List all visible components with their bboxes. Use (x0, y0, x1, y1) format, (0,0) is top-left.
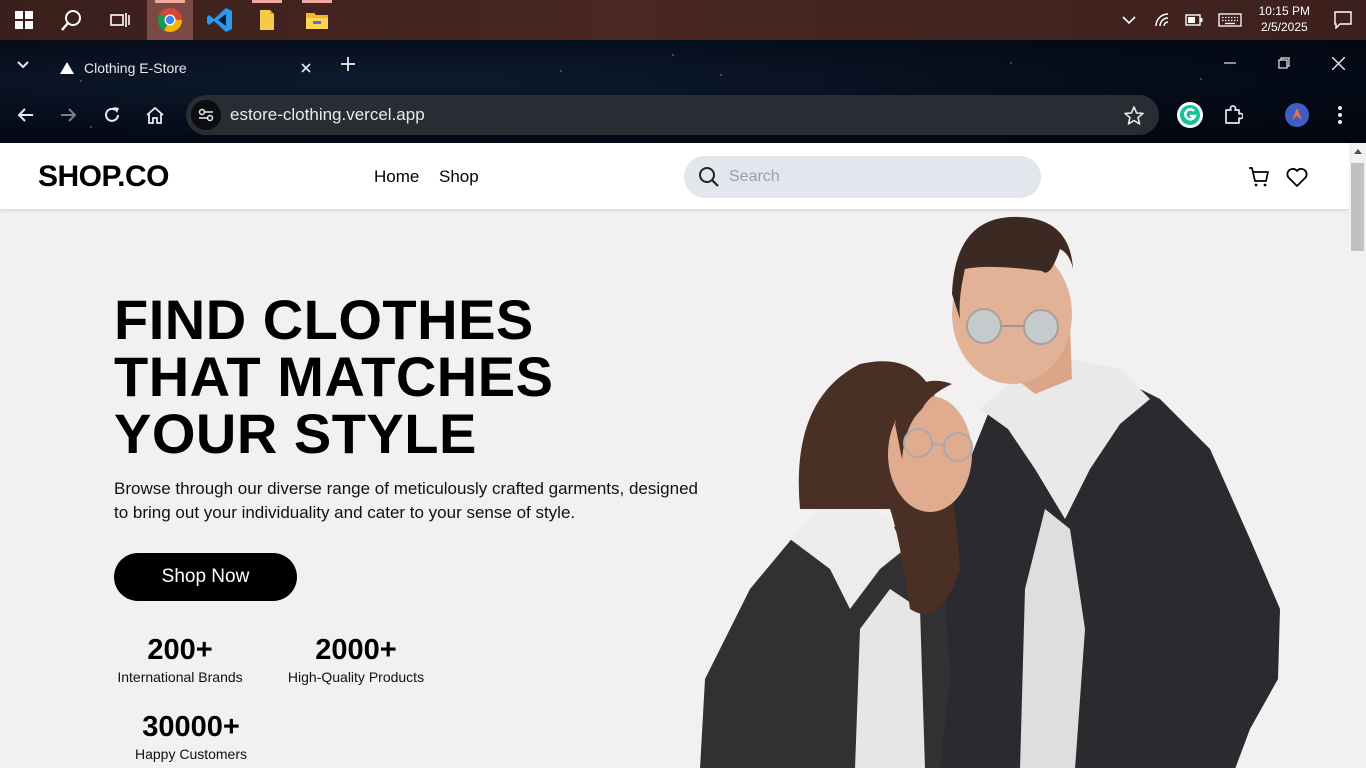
extensions-button[interactable] (1218, 100, 1248, 130)
tune-icon (198, 108, 214, 122)
wifi-icon (1155, 13, 1169, 27)
vscode-icon (207, 8, 232, 32)
stat-label: International Brands (117, 669, 243, 685)
keyboard-icon (1218, 13, 1242, 27)
search-icon (699, 167, 719, 187)
cart-icon (1249, 167, 1269, 187)
notification-icon (1334, 11, 1352, 29)
clock-date: 2/5/2025 (1260, 20, 1308, 34)
windows-taskbar: 10:15 PM 2/5/2025 (0, 0, 1366, 40)
taskbar-app-file-explorer[interactable] (294, 0, 340, 40)
windows-icon (15, 11, 33, 29)
close-icon (1331, 56, 1345, 70)
site-header: SHOP.CO Home Shop (0, 143, 1349, 209)
hero-image (700, 216, 1280, 768)
home-button[interactable] (140, 100, 170, 130)
chevron-up-icon (1122, 16, 1136, 25)
folder-icon (306, 13, 328, 29)
search-box[interactable] (684, 156, 1041, 198)
more-vertical-icon (1338, 106, 1342, 124)
search-taskbar-button[interactable] (48, 0, 96, 40)
arrow-left-icon (18, 108, 33, 122)
plus-icon (341, 57, 355, 71)
battery-tray-button[interactable] (1181, 0, 1207, 40)
chrome-icon (157, 8, 182, 33)
address-bar[interactable]: estore-clothing.vercel.app (186, 95, 1159, 135)
hero-description: Browse through our diverse range of meti… (114, 479, 698, 522)
stat-brands: 200+ International Brands (114, 633, 246, 685)
page-scrollbar[interactable] (1349, 143, 1366, 768)
back-button[interactable] (11, 100, 41, 130)
wifi-tray-button[interactable] (1150, 0, 1176, 40)
touch-keyboard-button[interactable] (1214, 0, 1246, 40)
site-logo[interactable]: SHOP.CO (38, 160, 170, 194)
arrow-right-icon (61, 108, 76, 122)
heart-icon (1286, 168, 1308, 187)
tab-title: Clothing E-Store (84, 60, 187, 76)
grammarly-icon (1177, 102, 1203, 128)
stat-value: 2000+ (315, 634, 397, 666)
task-view-icon (110, 13, 130, 27)
minimize-icon (1224, 62, 1236, 64)
taskbar-app-vscode[interactable] (197, 0, 243, 40)
reload-button[interactable] (97, 100, 127, 130)
stat-value: 30000+ (142, 711, 240, 743)
taskbar-app-file[interactable] (244, 0, 290, 40)
star-icon (1124, 105, 1144, 125)
restore-icon (1278, 57, 1290, 69)
minimize-button[interactable] (1207, 48, 1253, 78)
nav-link-shop[interactable]: Shop (439, 167, 479, 187)
restore-button[interactable] (1261, 48, 1307, 78)
task-view-button[interactable] (96, 0, 144, 40)
battery-icon (1185, 14, 1203, 26)
stat-products: 2000+ High-Quality Products (282, 633, 430, 685)
start-button[interactable] (0, 0, 48, 40)
stat-customers: 30000+ Happy Customers (128, 710, 254, 762)
puzzle-icon (1225, 105, 1243, 124)
wishlist-button[interactable] (1285, 165, 1309, 189)
stat-value: 200+ (147, 634, 213, 666)
stat-label: High-Quality Products (287, 669, 425, 685)
close-icon (301, 63, 311, 73)
home-icon (146, 106, 164, 124)
scrollbar-thumb[interactable] (1351, 163, 1364, 251)
notifications-button[interactable] (1320, 0, 1366, 40)
cart-button[interactable] (1247, 165, 1271, 189)
search-icon (61, 10, 81, 31)
web-page: SHOP.CO Home Shop FIND CLOTHES THAT MATC… (0, 143, 1349, 768)
search-input[interactable] (729, 162, 1029, 192)
clock-time: 10:15 PM (1258, 4, 1310, 18)
profile-avatar-button[interactable] (1282, 100, 1312, 130)
nav-link-home[interactable]: Home (374, 167, 419, 187)
tab-close-button[interactable] (296, 58, 316, 78)
browser-chrome: Clothing E-Store estore-clothing.vercel.… (0, 40, 1366, 143)
vercel-favicon-icon (60, 62, 74, 74)
hero-title-line: THAT MATCHES (114, 345, 554, 408)
stat-label: Happy Customers (134, 746, 248, 762)
show-hidden-icons-button[interactable] (1116, 0, 1142, 40)
site-info-button[interactable] (191, 100, 221, 130)
triangle-up-icon (1353, 149, 1362, 154)
tab-search-button[interactable] (10, 52, 36, 78)
url-text[interactable]: estore-clothing.vercel.app (230, 105, 425, 125)
hero-title-line: YOUR STYLE (114, 402, 477, 465)
scroll-up-button[interactable] (1349, 143, 1366, 160)
grammarly-extension-button[interactable] (1175, 100, 1205, 130)
shop-now-button[interactable]: Shop Now (114, 553, 297, 601)
hero-title-line: FIND CLOTHES (114, 288, 534, 351)
avatar-icon (1285, 103, 1309, 127)
chrome-menu-button[interactable] (1325, 100, 1355, 130)
reload-icon (105, 107, 119, 122)
chevron-down-icon (17, 61, 29, 69)
system-clock[interactable]: 10:15 PM 2/5/2025 (1259, 3, 1310, 35)
browser-tab[interactable]: Clothing E-Store (48, 48, 324, 88)
forward-button[interactable] (53, 100, 83, 130)
hero-title: FIND CLOTHES THAT MATCHES YOUR STYLE (114, 291, 553, 462)
taskbar-app-chrome[interactable] (147, 0, 193, 40)
file-icon (260, 10, 274, 30)
close-window-button[interactable] (1315, 48, 1361, 78)
new-tab-button[interactable] (334, 50, 362, 78)
bookmark-button[interactable] (1123, 104, 1145, 126)
